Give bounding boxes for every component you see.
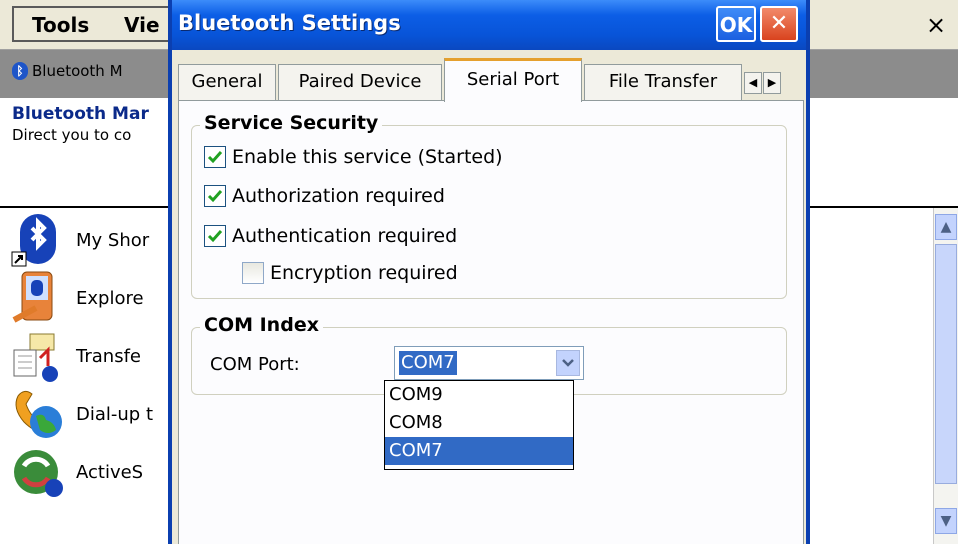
page-description: Direct you to co — [12, 126, 132, 144]
com-port-option-selected[interactable]: COM7 — [385, 437, 573, 465]
bluetooth-icon: ᛒ — [12, 62, 28, 80]
list-item-label: Dial-up t — [76, 403, 154, 425]
list-item-label: Transfe — [76, 345, 141, 367]
encryption-checkbox[interactable] — [242, 262, 264, 284]
file-transfer-icon — [10, 328, 66, 384]
authorization-checkbox[interactable] — [204, 185, 226, 207]
com-port-dropdown-list: COM9 COM8 COM7 — [384, 380, 574, 470]
authentication-checkbox[interactable] — [204, 225, 226, 247]
enable-service-label: Enable this service (Started) — [232, 146, 503, 168]
serial-port-panel: Service Security Enable this service (St… — [178, 100, 804, 544]
tab-general[interactable]: General — [178, 64, 276, 100]
list-item-label: My Shor — [76, 229, 150, 251]
menu-view[interactable]: Vie — [124, 13, 160, 37]
scroll-down-button[interactable]: ▼ — [935, 508, 957, 534]
com-port-label: COM Port: — [210, 354, 300, 375]
check-mark-icon — [207, 190, 223, 203]
pda-bluetooth-icon — [10, 270, 66, 326]
com-port-selected-value: COM7 — [399, 351, 457, 375]
scroll-thumb[interactable] — [935, 244, 957, 484]
tab-scroll-left-icon[interactable]: ◀ — [744, 72, 762, 94]
chevron-down-icon[interactable] — [556, 350, 580, 376]
app-close-button[interactable]: × — [914, 0, 958, 50]
app-tab-bluetooth-manager[interactable]: ᛒ Bluetooth M — [12, 62, 123, 80]
ok-button[interactable]: OK — [716, 6, 756, 42]
authorization-label: Authorization required — [232, 185, 445, 207]
encryption-label: Encryption required — [270, 262, 458, 284]
list-item-label: Explore — [76, 287, 144, 309]
app-tab-label: Bluetooth M — [32, 62, 123, 80]
page-header: Bluetooth Mar Direct you to co — [12, 104, 149, 144]
tab-scroll-right-icon[interactable]: ▶ — [763, 72, 781, 94]
com-index-legend: COM Index — [200, 314, 323, 336]
dialog-close-button[interactable]: ✕ — [760, 6, 798, 42]
tab-file-transfer[interactable]: File Transfer — [584, 64, 742, 100]
bluetooth-shortcut-icon — [10, 212, 66, 268]
service-security-legend: Service Security — [200, 112, 383, 134]
enable-service-checkbox[interactable] — [204, 146, 226, 168]
authentication-label: Authentication required — [232, 225, 458, 247]
activesync-icon — [10, 444, 66, 500]
com-port-option[interactable]: COM9 — [385, 381, 573, 409]
enable-service-option[interactable]: Enable this service (Started) — [204, 146, 503, 168]
tab-paired-device[interactable]: Paired Device — [278, 64, 442, 100]
check-mark-icon — [207, 151, 223, 164]
dialog-title: Bluetooth Settings — [178, 11, 401, 35]
page-title: Bluetooth Mar — [12, 104, 149, 124]
dialog-titlebar[interactable]: Bluetooth Settings OK ✕ — [172, 0, 806, 50]
vertical-scrollbar[interactable]: ▲ ▼ — [933, 208, 958, 544]
list-item-label: ActiveS — [76, 461, 144, 483]
com-port-select[interactable]: COM7 — [394, 346, 584, 380]
tab-serial-port[interactable]: Serial Port — [444, 58, 582, 102]
service-security-group: Service Security Enable this service (St… — [191, 112, 787, 299]
check-mark-icon — [207, 230, 223, 243]
menu-tools[interactable]: Tools — [32, 13, 89, 37]
com-port-option[interactable]: COM8 — [385, 409, 573, 437]
dialup-globe-icon — [10, 386, 66, 442]
authentication-option[interactable]: Authentication required — [204, 225, 457, 247]
dialog-tabs: General Paired Device Serial Port File T… — [178, 58, 806, 102]
authorization-option[interactable]: Authorization required — [204, 185, 445, 207]
scroll-up-button[interactable]: ▲ — [935, 214, 957, 240]
encryption-option[interactable]: Encryption required — [242, 262, 458, 284]
